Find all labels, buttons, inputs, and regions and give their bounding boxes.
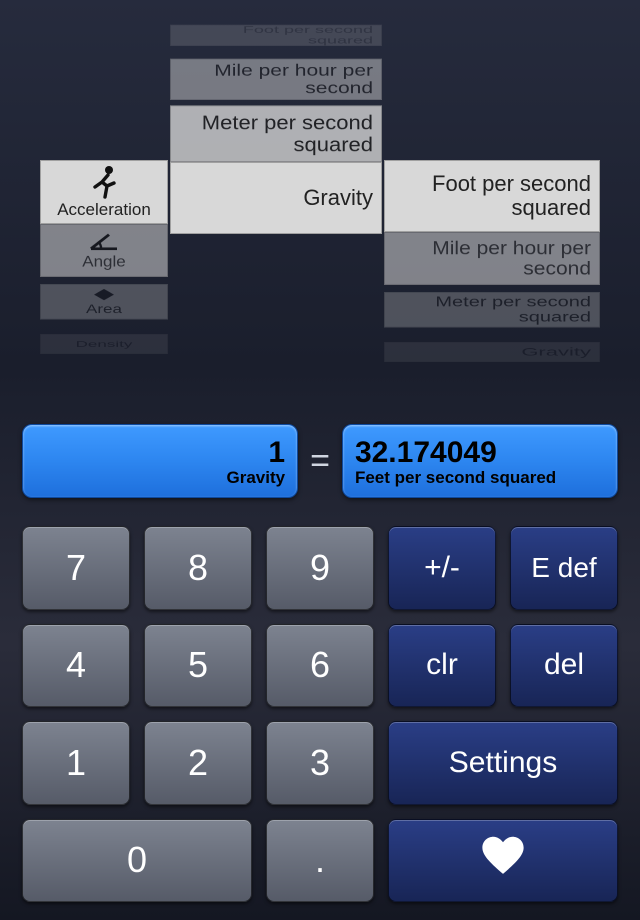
key-edef[interactable]: E def bbox=[510, 526, 618, 610]
to-unit-row[interactable]: Meter per second squared bbox=[384, 292, 600, 327]
key-settings[interactable]: Settings bbox=[388, 721, 618, 805]
input-value-box[interactable]: 1 Gravity bbox=[22, 424, 298, 498]
category-label: Area bbox=[86, 303, 122, 316]
key-dot[interactable]: . bbox=[266, 819, 374, 903]
to-unit-wheel[interactable]: Foot per second squared Mile per hour pe… bbox=[384, 160, 600, 382]
output-unit: Feet per second squared bbox=[355, 468, 605, 488]
to-unit-row[interactable]: Mile per hour per second bbox=[384, 232, 600, 285]
key-plus-minus[interactable]: +/- bbox=[388, 526, 496, 610]
key-2[interactable]: 2 bbox=[144, 721, 252, 805]
unit-pickers: Acceleration Angle Area Density Foot bbox=[0, 0, 640, 414]
key-8[interactable]: 8 bbox=[144, 526, 252, 610]
key-6[interactable]: 6 bbox=[266, 624, 374, 708]
category-label: Acceleration bbox=[57, 201, 151, 220]
output-value-box[interactable]: 32.174049 Feet per second squared bbox=[342, 424, 618, 498]
from-unit-row[interactable]: Mile per hour per second bbox=[170, 59, 382, 100]
category-row[interactable]: Density bbox=[40, 334, 168, 354]
key-5[interactable]: 5 bbox=[144, 624, 252, 708]
key-9[interactable]: 9 bbox=[266, 526, 374, 610]
key-3[interactable]: 3 bbox=[266, 721, 374, 805]
input-value: 1 bbox=[35, 436, 285, 470]
equals-sign: = bbox=[308, 442, 332, 481]
angle-icon bbox=[87, 231, 121, 252]
key-delete[interactable]: del bbox=[510, 624, 618, 708]
keypad: 7 8 9 +/- E def 4 5 6 clr del 1 2 3 Sett… bbox=[22, 526, 618, 902]
runner-icon bbox=[88, 165, 120, 199]
key-0[interactable]: 0 bbox=[22, 819, 252, 903]
key-1[interactable]: 1 bbox=[22, 721, 130, 805]
category-row[interactable]: Area bbox=[40, 284, 168, 319]
key-7[interactable]: 7 bbox=[22, 526, 130, 610]
category-wheel[interactable]: Acceleration Angle Area Density bbox=[40, 160, 168, 374]
heart-icon bbox=[481, 836, 525, 884]
key-clear[interactable]: clr bbox=[388, 624, 496, 708]
from-unit-row-selected[interactable]: Gravity bbox=[170, 162, 382, 234]
key-4[interactable]: 4 bbox=[22, 624, 130, 708]
to-unit-row-selected[interactable]: Foot per second squared bbox=[384, 160, 600, 232]
from-unit-row[interactable]: Meter per second squared bbox=[170, 105, 382, 162]
key-favorite[interactable] bbox=[388, 819, 618, 903]
category-label: Density bbox=[76, 340, 133, 349]
category-label: Angle bbox=[82, 254, 125, 271]
output-value: 32.174049 bbox=[355, 436, 605, 470]
input-unit: Gravity bbox=[35, 468, 285, 488]
category-row-selected[interactable]: Acceleration bbox=[40, 160, 168, 224]
from-unit-wheel[interactable]: Foot per second squared Mile per hour pe… bbox=[170, 6, 382, 234]
category-row[interactable]: Angle bbox=[40, 224, 168, 277]
result-bar: 1 Gravity = 32.174049 Feet per second sq… bbox=[22, 418, 618, 504]
to-unit-row[interactable]: Gravity bbox=[384, 342, 600, 362]
from-unit-row[interactable]: Foot per second squared bbox=[170, 25, 382, 46]
